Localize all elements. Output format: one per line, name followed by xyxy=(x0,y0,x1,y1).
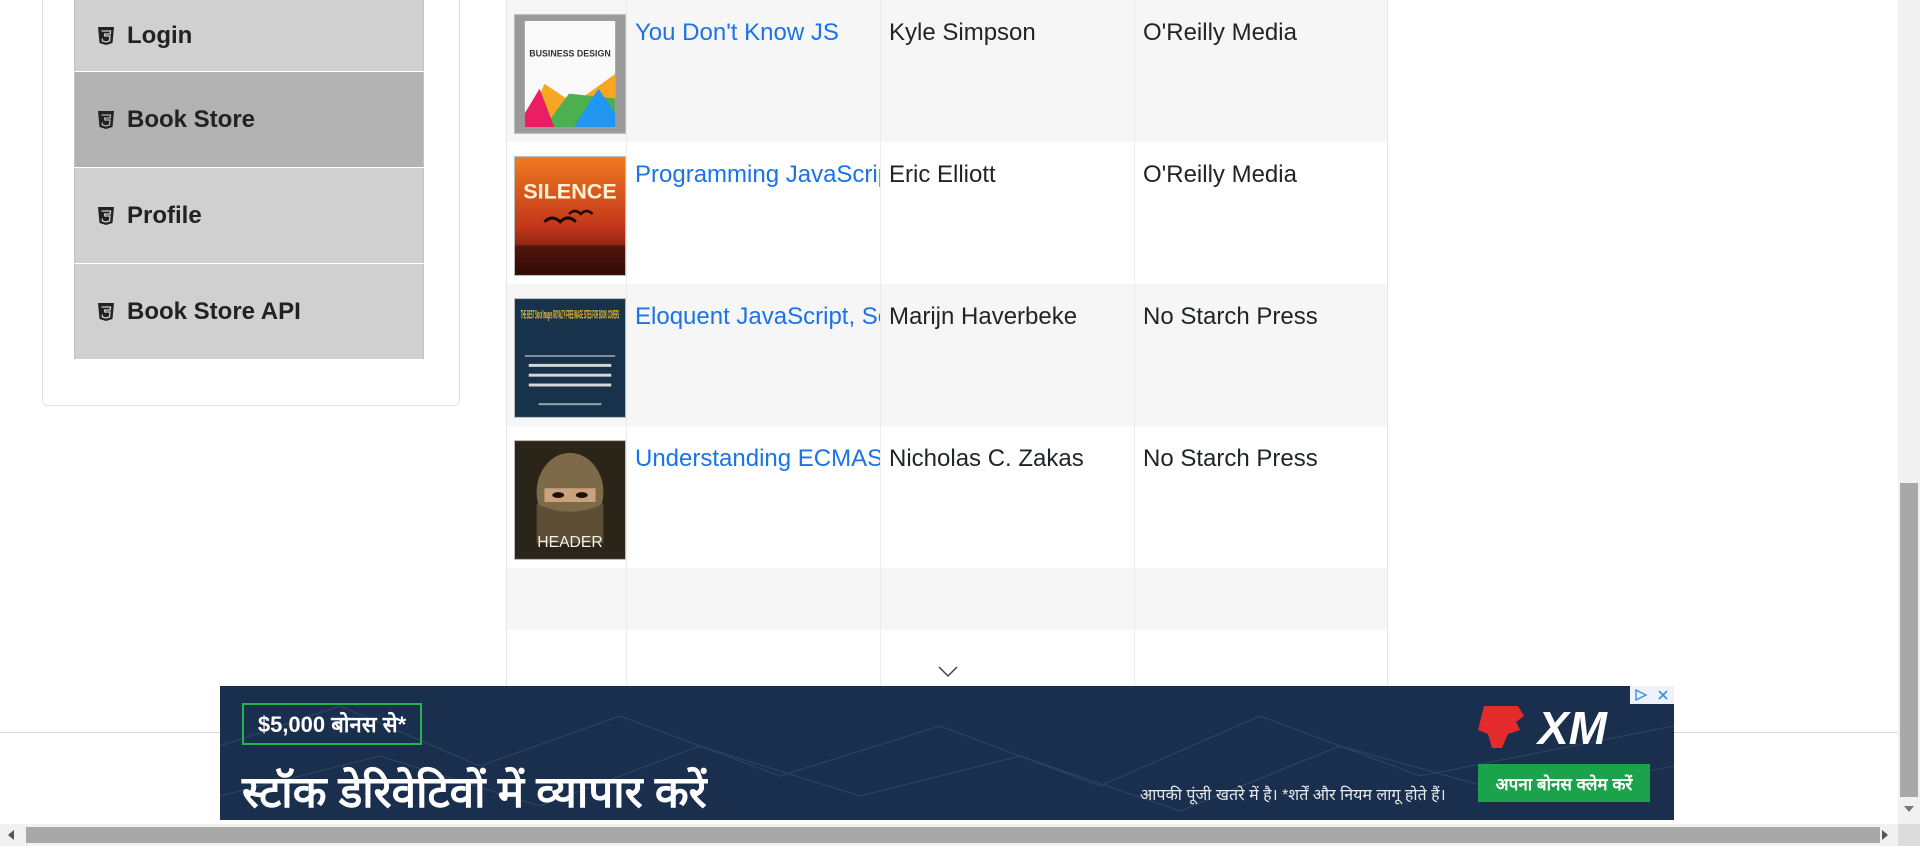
table-row: SILENCE Programming JavaScript Applicati… xyxy=(507,142,1387,284)
vertical-scrollbar[interactable] xyxy=(1898,0,1920,824)
author-cell: Marijn Haverbeke xyxy=(881,284,1135,426)
sidebar-item-label: Login xyxy=(127,21,193,49)
sidebar-item-label: Book Store API xyxy=(127,297,301,325)
book-cover-image: HEADER xyxy=(514,440,626,560)
sidebar-item-label: Profile xyxy=(127,201,202,229)
publisher-cell: No Starch Press xyxy=(1143,445,1318,472)
html5-icon xyxy=(97,110,115,130)
book-title-link[interactable]: Programming JavaScript Applications xyxy=(635,161,880,188)
sidebar-item-login[interactable]: Login xyxy=(74,0,424,71)
title-cell: Eloquent JavaScript, Second Edition xyxy=(627,284,881,426)
horizontal-scroll-thumb[interactable] xyxy=(26,827,1880,843)
vertical-scroll-thumb[interactable] xyxy=(1900,483,1918,797)
scroll-left-arrow-icon[interactable] xyxy=(0,824,22,846)
empty-cell xyxy=(507,568,627,630)
book-title-link[interactable]: Understanding ECMAScript 6 xyxy=(635,445,880,472)
cover-cell: BUSINESS DESIGN xyxy=(507,0,627,142)
title-cell: You Don't Know JS xyxy=(627,0,881,142)
sidebar-menu: Login Book Store Profile Book Store API xyxy=(74,0,424,360)
cover-text: SILENCE xyxy=(523,178,617,203)
horizontal-scrollbar[interactable] xyxy=(0,824,1898,846)
publisher-cell: O'Reilly Media xyxy=(1143,161,1297,188)
ad-banner[interactable]: $5,000 बोनस से* स्टॉक डेरिवेटिवों में व्… xyxy=(220,686,1674,820)
xm-logo: XM xyxy=(1478,698,1658,757)
ad-headline: स्टॉक डेरिवेटिवों में व्यापार करें xyxy=(242,768,707,817)
sidebar-item-book-store[interactable]: Book Store xyxy=(74,72,424,167)
empty-cell xyxy=(881,568,1135,630)
html5-icon xyxy=(97,206,115,226)
book-cover-image: BUSINESS DESIGN xyxy=(514,14,626,134)
cover-cell: HEADER xyxy=(507,426,627,568)
sidebar-item-profile[interactable]: Profile xyxy=(74,168,424,263)
html5-icon xyxy=(97,302,115,322)
books-table: BUSINESS DESIGN You Don't Know JS Kyle S… xyxy=(506,0,1388,690)
table-row: BUSINESS DESIGN You Don't Know JS Kyle S… xyxy=(507,0,1387,142)
cover-text: HEADER xyxy=(537,534,602,551)
empty-cell xyxy=(881,630,1135,690)
cover-cell: SILENCE xyxy=(507,142,627,284)
empty-cell xyxy=(627,568,881,630)
book-title-link[interactable]: You Don't Know JS xyxy=(635,19,839,46)
title-cell: Understanding ECMAScript 6 xyxy=(627,426,881,568)
html5-icon xyxy=(97,26,115,46)
scroll-right-arrow-icon[interactable] xyxy=(1874,824,1896,846)
author-cell: Eric Elliott xyxy=(881,142,1135,284)
ad-disclaimer: आपकी पूंजी खतरे में है। *शर्तें और नियम … xyxy=(1140,787,1446,804)
scrollbar-corner xyxy=(1898,824,1920,846)
table-row-empty xyxy=(507,630,1387,690)
cover-text: THE BEST Stock Images ROYALTY-FREE IMAGE… xyxy=(521,309,619,322)
empty-cell xyxy=(627,630,881,690)
author-cell: Kyle Simpson xyxy=(881,0,1135,142)
chevron-down-icon[interactable] xyxy=(938,666,958,678)
book-cover-image: SILENCE xyxy=(514,156,626,276)
sidebar-item-book-store-api[interactable]: Book Store API xyxy=(74,264,424,359)
cover-cell: THE BEST Stock Images ROYALTY-FREE IMAGE… xyxy=(507,284,627,426)
table-row: THE BEST Stock Images ROYALTY-FREE IMAGE… xyxy=(507,284,1387,426)
publisher-cell: No Starch Press xyxy=(1143,303,1318,330)
sidebar-item-label: Book Store xyxy=(127,105,256,133)
title-cell: Programming JavaScript Applications xyxy=(627,142,881,284)
table-row-empty xyxy=(507,568,1387,630)
empty-cell xyxy=(507,630,627,690)
ad-controls xyxy=(1630,686,1674,704)
scroll-down-arrow-icon[interactable] xyxy=(1898,800,1920,818)
ad-brand: XM xyxy=(1535,702,1609,752)
ad-bonus-badge: $5,000 बोनस से* xyxy=(242,703,422,745)
publisher-cell: O'Reilly Media xyxy=(1143,19,1297,46)
book-cover-image: THE BEST Stock Images ROYALTY-FREE IMAGE… xyxy=(514,298,626,418)
table-row: HEADER Understanding ECMAScript 6 Nichol… xyxy=(507,426,1387,568)
empty-cell xyxy=(1135,630,1387,690)
author-cell: Nicholas C. Zakas xyxy=(881,426,1135,568)
claim-bonus-button[interactable]: अपना बोनस क्लेम करें xyxy=(1478,764,1650,802)
close-icon[interactable] xyxy=(1652,686,1674,704)
adchoices-icon[interactable] xyxy=(1630,686,1652,704)
empty-cell xyxy=(1135,568,1387,630)
book-title-link[interactable]: Eloquent JavaScript, Second Edition xyxy=(635,303,880,330)
cover-text: BUSINESS DESIGN xyxy=(529,48,610,58)
